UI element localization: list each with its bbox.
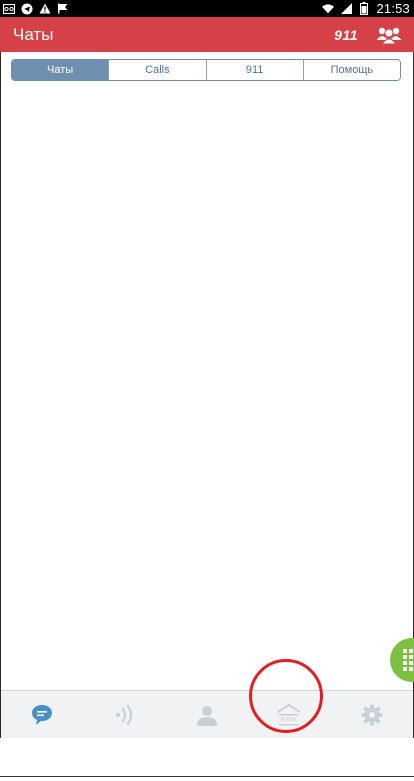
wifi-icon (322, 3, 335, 15)
settings-gear-icon (361, 704, 383, 725)
status-time: 21:53 (376, 1, 410, 16)
voicemail-icon (3, 3, 15, 15)
broadcast-icon (115, 704, 132, 725)
telegram-icon (21, 3, 33, 15)
status-bar-left (3, 3, 69, 15)
bank-label: BANK (281, 717, 297, 723)
nav-contacts[interactable] (166, 691, 248, 738)
bottom-divider (0, 776, 414, 777)
person-icon (197, 705, 218, 726)
chat-list-area (1, 85, 413, 690)
dialpad-icon (403, 649, 413, 671)
emergency-911-button[interactable]: 911 (334, 27, 358, 43)
app-bar: Чаты 911 (0, 17, 414, 52)
status-bar-right: 21:53 (322, 1, 410, 16)
warning-icon (39, 3, 51, 15)
nav-broadcast[interactable] (83, 691, 165, 738)
chat-bubble-icon (32, 704, 53, 725)
signal-icon (340, 3, 352, 15)
bottom-navigation: BANK (1, 690, 413, 738)
tab-calls[interactable]: Calls (108, 60, 206, 80)
segmented-tabs: Чаты Calls 911 Помощь (11, 59, 401, 81)
tab-chats[interactable]: Чаты (12, 60, 109, 80)
status-bar: 21:53 (0, 0, 414, 17)
nav-settings[interactable] (331, 691, 413, 738)
tab-911[interactable]: 911 (205, 60, 303, 80)
tab-help[interactable]: Помощь (302, 60, 400, 80)
nav-bank[interactable]: BANK (248, 691, 330, 738)
contacts-group-icon[interactable] (374, 23, 404, 47)
nav-chats[interactable] (1, 691, 83, 738)
below-frame-area (0, 738, 414, 781)
battery-icon (358, 2, 370, 15)
page-title: Чаты (13, 24, 54, 44)
flag-icon (57, 3, 69, 15)
bank-icon: BANK (277, 703, 301, 725)
